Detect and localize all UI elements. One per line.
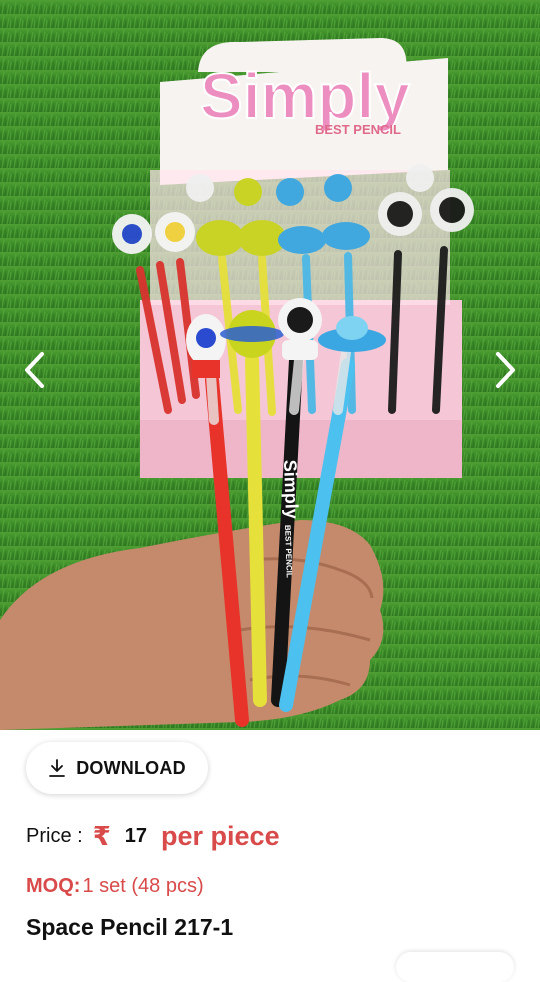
- moq-label: MOQ:: [26, 874, 81, 897]
- download-label: DOWNLOAD: [76, 757, 186, 778]
- download-icon: [49, 759, 66, 777]
- moq-value: 1 set (48 pcs): [82, 874, 204, 897]
- download-button[interactable]: DOWNLOAD: [26, 742, 208, 794]
- price-unit: per piece: [161, 820, 280, 851]
- chevron-left-icon: [25, 352, 44, 388]
- moq-row: MOQ: 1 set (48 pcs): [26, 872, 204, 900]
- product-title: Space Pencil 217-1: [26, 913, 234, 940]
- pencil-subtitle-print: BEST PENCIL: [283, 525, 294, 578]
- price-label: Price :: [26, 824, 83, 847]
- gallery-next-button[interactable]: [486, 350, 526, 390]
- price-value: 17: [124, 824, 148, 847]
- box-subtitle: BEST PENCIL: [315, 122, 401, 137]
- floating-action-chip[interactable]: [396, 952, 514, 982]
- gallery-prev-button[interactable]: [14, 350, 54, 390]
- currency-symbol: ₹: [92, 820, 111, 851]
- chevron-right-icon: [496, 352, 515, 388]
- product-photo: Simply BEST PENCIL Simply BEST PENCIL: [0, 0, 540, 730]
- price-row: Price : ₹ 17 per piece: [26, 818, 280, 854]
- pencil-brand-print: Simply: [280, 459, 302, 519]
- product-image-gallery[interactable]: Simply BEST PENCIL Simply BEST PENCIL: [0, 0, 540, 730]
